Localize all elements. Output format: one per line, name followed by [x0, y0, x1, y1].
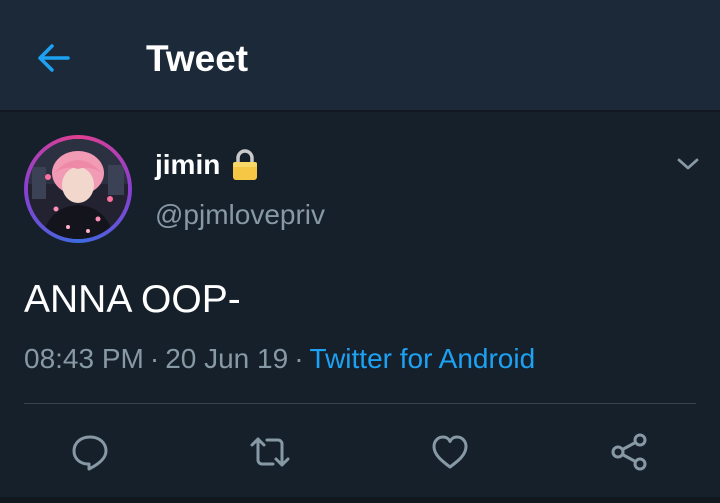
back-button[interactable] — [32, 38, 76, 78]
retweet-icon — [250, 437, 290, 467]
share-icon — [611, 433, 647, 471]
tweet-menu-button[interactable] — [672, 150, 704, 178]
top-app-bar: Tweet — [0, 0, 720, 112]
author-name-row[interactable]: jimin — [155, 147, 260, 183]
tweet-date: 20 Jun 19 — [165, 343, 289, 374]
page-title: Tweet — [146, 38, 249, 79]
heart-icon — [432, 435, 468, 469]
bottom-edge — [0, 497, 720, 503]
retweet-button[interactable] — [248, 430, 292, 474]
lock-icon — [230, 148, 260, 182]
avatar[interactable] — [24, 135, 132, 243]
tweet-source-link[interactable]: Twitter for Android — [310, 343, 536, 374]
tweet-text: ANNA OOP- — [24, 278, 241, 321]
arrow-left-icon — [38, 44, 70, 72]
like-button[interactable] — [428, 430, 472, 474]
tweet-meta: 08:43 PM · 20 Jun 19 · Twitter for Android — [24, 340, 535, 378]
author-handle[interactable]: @pjmlovepriv — [155, 197, 325, 233]
meta-separator: · — [294, 343, 304, 374]
avatar-photo — [28, 139, 128, 239]
avatar-picture — [28, 139, 128, 239]
meta-separator: · — [149, 343, 160, 374]
reply-button[interactable] — [68, 430, 112, 474]
tweet-time: 08:43 PM — [24, 343, 144, 374]
divider — [24, 403, 696, 404]
chevron-down-icon — [677, 158, 699, 170]
speech-bubble-icon — [72, 435, 108, 471]
share-button[interactable] — [608, 430, 652, 474]
author-name: jimin — [155, 149, 221, 180]
